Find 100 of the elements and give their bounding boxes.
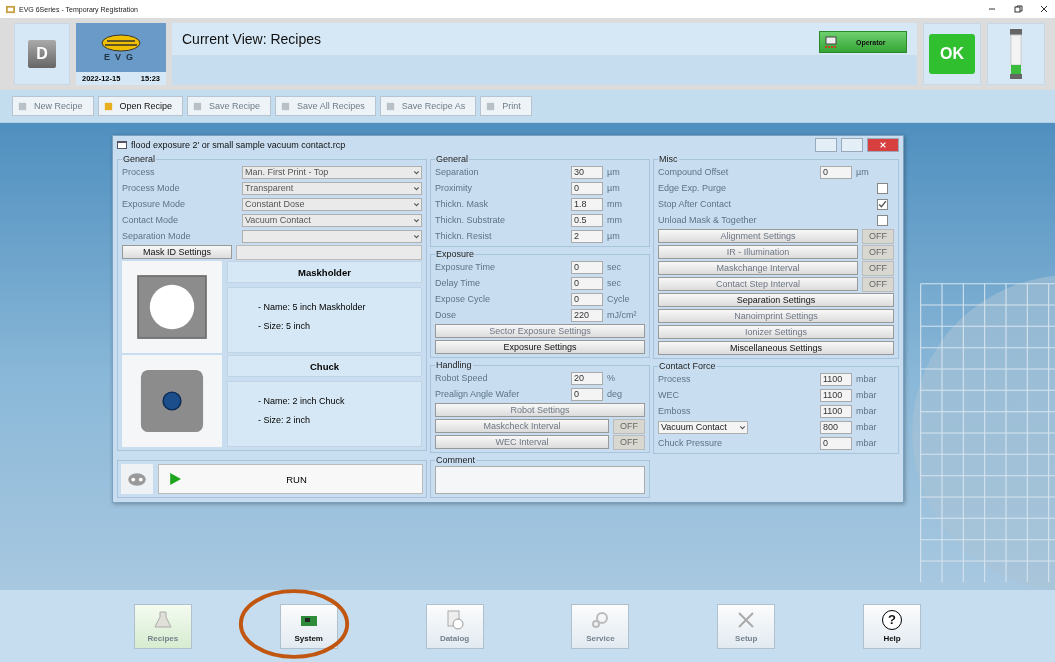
robot-icon (127, 471, 147, 487)
number-field[interactable]: 800 (820, 420, 852, 434)
field-label: Thickn. Resist (435, 231, 493, 241)
number-field[interactable]: 0 (571, 181, 603, 195)
unit-label: % (607, 373, 616, 383)
unit-label: µm (607, 167, 621, 177)
group-title: General (435, 154, 470, 164)
settings-button[interactable]: Miscellaneous Settings (658, 341, 894, 355)
unit-label: mbar (856, 374, 878, 384)
unit-label: sec (607, 262, 622, 272)
field-label: Emboss (658, 406, 692, 416)
number-field[interactable]: 30 (571, 165, 603, 179)
flask-icon (152, 609, 173, 630)
user-initial-button[interactable]: D (28, 40, 56, 68)
dropdown-field[interactable]: Vacuum Contact (242, 213, 422, 227)
number-field[interactable]: 0 (571, 276, 603, 290)
logo-text: EVG (104, 51, 138, 62)
checkbox[interactable] (877, 182, 888, 194)
group-title: Comment (435, 455, 476, 465)
mask-id-field[interactable] (236, 244, 422, 260)
unit-label: mbar (856, 390, 878, 400)
number-field[interactable]: 0 (571, 260, 603, 274)
checkbox[interactable] (877, 214, 888, 226)
number-field[interactable]: 1100 (820, 404, 852, 418)
field-label: Thickn. Substrate (435, 215, 507, 225)
nav-button[interactable]: System (279, 603, 338, 649)
number-field[interactable]: 220 (571, 308, 603, 322)
logo-emblem-icon (99, 33, 143, 52)
field-label: Process (658, 374, 692, 384)
settings-button[interactable]: Maskcheck Interval (435, 419, 609, 433)
settings-button[interactable]: Alignment Settings (658, 229, 858, 243)
settings-button[interactable]: IR - Illumination (658, 245, 858, 259)
state-indicator: OFF (862, 276, 894, 292)
settings-button[interactable]: WEC Interval (435, 435, 609, 449)
dropdown-field[interactable]: Transparent (242, 181, 422, 195)
unit-label: µm (607, 231, 621, 241)
robot-button[interactable] (121, 464, 153, 494)
field-label: Delay Time (435, 278, 481, 288)
field-label: Dose (435, 310, 457, 320)
run-button[interactable]: RUN (158, 464, 423, 494)
number-field[interactable]: 0.5 (571, 213, 603, 227)
unit-label: sec (607, 278, 622, 288)
group-title: Misc (658, 154, 679, 164)
field-label: Stop After Contact (658, 199, 733, 209)
number-field[interactable]: 20 (571, 371, 603, 385)
unit-label: µm (607, 183, 621, 193)
number-field[interactable]: 0 (571, 387, 603, 401)
number-field[interactable]: 2 (571, 229, 603, 243)
field-label: Contact Mode (122, 215, 180, 225)
number-field[interactable]: 1100 (820, 372, 852, 386)
status-ok-indicator: OK (929, 34, 975, 74)
number-field[interactable]: 1100 (820, 388, 852, 402)
field-label: Exposure Time (435, 262, 497, 272)
toolbar-button[interactable]: Open Recipe (97, 96, 184, 116)
card-title: Chuck (227, 355, 422, 377)
restore-icon[interactable] (1013, 4, 1023, 14)
unit-label: Cycle (607, 294, 631, 304)
close-icon[interactable] (1039, 4, 1049, 14)
number-field[interactable]: 0 (820, 436, 852, 450)
field-label: Unload Mask & Together (658, 215, 758, 225)
settings-button[interactable]: Contact Step Interval (658, 277, 858, 291)
field-label: WEC (658, 390, 680, 400)
close-icon (879, 141, 887, 149)
group-title: Contact Force (658, 361, 717, 371)
state-indicator: OFF (613, 434, 645, 450)
close-button[interactable] (867, 138, 899, 152)
group-title: General (122, 154, 157, 164)
field-label: Separation (435, 167, 480, 177)
dropdown-field[interactable]: Vacuum Contact (658, 420, 748, 434)
minimize-button[interactable] (815, 138, 837, 152)
field-label: Process (122, 167, 156, 177)
settings-button[interactable]: Exposure Settings (435, 340, 645, 354)
number-field[interactable]: 0 (820, 165, 852, 179)
group-title: Handling (435, 360, 473, 370)
group-title: Exposure (435, 249, 476, 259)
checkbox[interactable] (877, 198, 888, 210)
comment-field[interactable] (435, 466, 645, 494)
dialog-title: flood exposure 2' or small sample vacuum contact.rcp (131, 140, 346, 150)
dropdown-field[interactable]: Constant Dose (242, 197, 422, 211)
number-field[interactable]: 0 (571, 292, 603, 306)
unit-label: deg (607, 389, 624, 399)
unit-label: mJ/cm² (607, 310, 638, 320)
description-text: - Size: 5 inch (258, 321, 312, 331)
settings-button[interactable]: Maskchange Interval (658, 261, 858, 275)
settings-button[interactable]: Separation Settings (658, 293, 894, 307)
dropdown-field[interactable] (242, 229, 422, 243)
current-view-title: Current View: Recipes (182, 31, 323, 47)
nav-button[interactable]: ? Help (863, 603, 922, 649)
state-indicator: OFF (862, 228, 894, 244)
description-text: - Name: 5 inch Maskholder (258, 302, 367, 312)
mask-id-settings-button[interactable]: Mask ID Settings (122, 245, 232, 259)
card-title: Maskholder (227, 261, 422, 283)
unit-label: mbar (856, 422, 878, 432)
field-label: Thickn. Mask (435, 199, 489, 209)
unit-label: mbar (856, 406, 878, 416)
dropdown-field[interactable]: Man. First Print - Top (242, 165, 422, 179)
field-label: Process Mode (122, 183, 181, 193)
number-field[interactable]: 1.8 (571, 197, 603, 211)
restore-button[interactable] (841, 138, 863, 152)
play-icon (169, 473, 181, 485)
